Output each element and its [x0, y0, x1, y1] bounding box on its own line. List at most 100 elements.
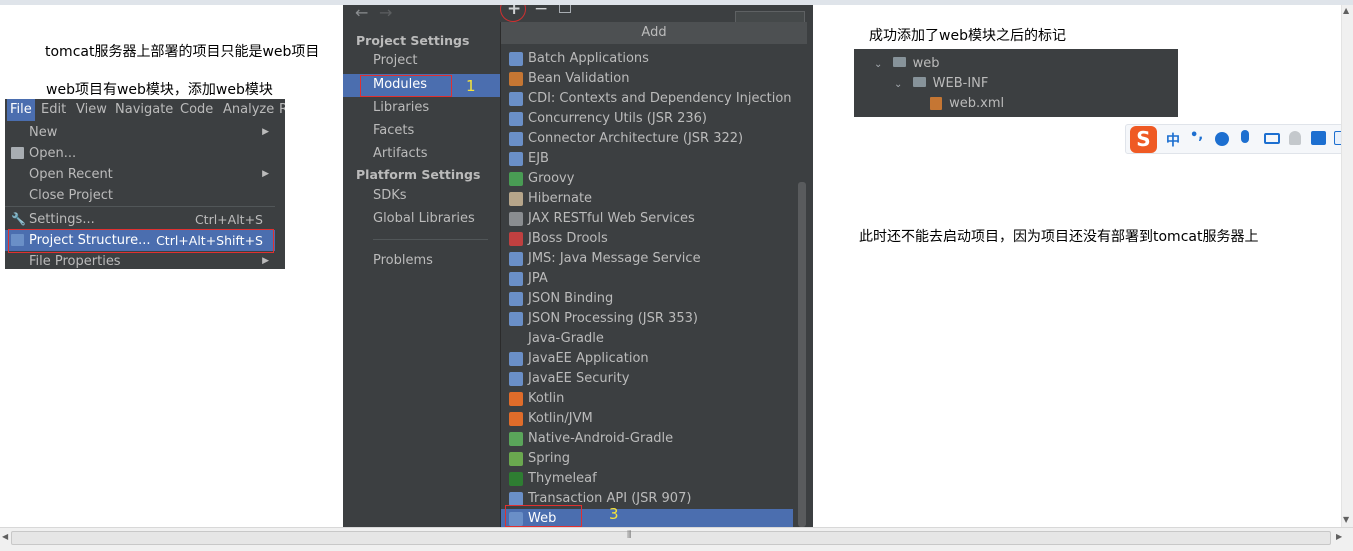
- tree-row-web-inf[interactable]: ⌄ WEB-INF: [894, 74, 988, 94]
- ime-punct-toggle[interactable]: •,: [1190, 128, 1203, 143]
- highlight-box: [360, 75, 452, 97]
- skin-shirt-icon[interactable]: [1311, 131, 1326, 145]
- keyboard-icon[interactable]: [1264, 133, 1280, 144]
- add-item-label: JBoss Drools: [528, 231, 608, 246]
- menu-item-settings[interactable]: 🔧 Settings... Ctrl+Alt+S: [5, 209, 275, 230]
- add-item-connector-architecture-jsr-322[interactable]: Connector Architecture (JSR 322): [501, 129, 793, 149]
- tree-label-web-xml: web.xml: [949, 96, 1005, 111]
- web-folder-icon: [892, 57, 906, 67]
- add-item-batch-applications[interactable]: Batch Applications: [501, 49, 793, 69]
- framework-icon: [509, 192, 523, 206]
- add-item-bean-validation[interactable]: Bean Validation: [501, 69, 793, 89]
- back-arrow-icon[interactable]: ←: [355, 5, 368, 22]
- menu-navigate[interactable]: Navigate: [115, 102, 173, 117]
- nav-item-facets[interactable]: Facets: [373, 123, 414, 138]
- menu-item-open-recent[interactable]: Open Recent ▶: [5, 164, 275, 185]
- add-item-label: JavaEE Application: [528, 351, 649, 366]
- add-item-cdi-contexts-and-dependency-injection[interactable]: CDI: Contexts and Dependency Injection: [501, 89, 793, 109]
- add-item-label: Kotlin: [528, 391, 565, 406]
- copy-icon[interactable]: [559, 5, 571, 13]
- project-settings-header: Project Settings: [356, 33, 470, 48]
- menu-file[interactable]: File: [7, 99, 35, 121]
- framework-icon: [509, 452, 523, 466]
- framework-icon: [509, 252, 523, 266]
- add-item-groovy[interactable]: Groovy: [501, 169, 793, 189]
- scroll-right-arrow-icon[interactable]: ▶: [1336, 532, 1342, 541]
- microphone-icon[interactable]: [1241, 130, 1249, 143]
- add-item-jpa[interactable]: JPA: [501, 269, 793, 289]
- add-item-ejb[interactable]: EJB: [501, 149, 793, 169]
- framework-icon: [509, 132, 523, 146]
- scroll-down-arrow-icon[interactable]: ▼: [1343, 515, 1349, 524]
- highlight-box: [505, 505, 582, 527]
- vertical-scrollbar[interactable]: [1341, 5, 1353, 527]
- nav-item-libraries[interactable]: Libraries: [373, 100, 429, 115]
- menu-code[interactable]: Code: [180, 102, 213, 117]
- nav-item-artifacts[interactable]: Artifacts: [373, 146, 428, 161]
- add-item-concurrency-utils-jsr-236[interactable]: Concurrency Utils (JSR 236): [501, 109, 793, 129]
- forward-arrow-icon[interactable]: →: [379, 5, 392, 22]
- menu-run-partial[interactable]: R: [279, 102, 285, 117]
- menu-item-file-properties-label: File Properties: [29, 254, 121, 269]
- menu-edit[interactable]: Edit: [41, 102, 66, 117]
- scroll-up-arrow-icon[interactable]: ▲: [1343, 6, 1349, 15]
- add-item-javaee-application[interactable]: JavaEE Application: [501, 349, 793, 369]
- menu-item-open[interactable]: Open...: [5, 143, 275, 164]
- scroll-left-arrow-icon[interactable]: ◀: [2, 532, 8, 541]
- xml-file-icon: [930, 97, 942, 110]
- sogou-logo-icon[interactable]: S: [1130, 126, 1157, 153]
- add-item-json-binding[interactable]: JSON Binding: [501, 289, 793, 309]
- menu-item-file-properties[interactable]: File Properties ▶: [5, 251, 275, 269]
- framework-icon: [509, 352, 523, 366]
- add-item-kotlin-jvm[interactable]: Kotlin/JVM: [501, 409, 793, 429]
- menu-separator: [5, 206, 275, 207]
- ime-toolbar: S 中 •,: [1125, 124, 1353, 154]
- submenu-arrow-icon: ▶: [262, 127, 269, 137]
- menu-view[interactable]: View: [76, 102, 107, 117]
- add-item-label: JSON Binding: [528, 291, 614, 306]
- add-item-javaee-security[interactable]: JavaEE Security: [501, 369, 793, 389]
- add-item-jms-java-message-service[interactable]: JMS: Java Message Service: [501, 249, 793, 269]
- add-item-jboss-drools[interactable]: JBoss Drools: [501, 229, 793, 249]
- add-item-hibernate[interactable]: Hibernate: [501, 189, 793, 209]
- add-item-json-processing-jsr-353[interactable]: JSON Processing (JSR 353): [501, 309, 793, 329]
- ime-mode-toggle[interactable]: 中: [1166, 130, 1180, 150]
- nav-item-sdks[interactable]: SDKs: [373, 188, 407, 203]
- menu-bar: File Edit View Navigate Code Analyze R: [5, 99, 285, 121]
- nav-item-problems[interactable]: Problems: [373, 253, 433, 268]
- nav-item-global-libraries[interactable]: Global Libraries: [373, 211, 475, 226]
- add-item-native-android-gradle[interactable]: Native-Android-Gradle: [501, 429, 793, 449]
- add-item-spring[interactable]: Spring: [501, 449, 793, 469]
- project-structure-dialog: ← → Project Settings Project Modules 1 L…: [343, 5, 813, 527]
- add-item-label: Kotlin/JVM: [528, 411, 593, 426]
- tree-label-web-inf: WEB-INF: [932, 76, 989, 91]
- add-item-kotlin[interactable]: Kotlin: [501, 389, 793, 409]
- add-item-java-gradle[interactable]: Java-Gradle: [501, 329, 793, 349]
- remove-icon[interactable]: −: [534, 5, 548, 19]
- user-icon[interactable]: [1289, 131, 1301, 145]
- tree-row-web[interactable]: ⌄ web: [874, 54, 940, 74]
- framework-icon: [509, 472, 523, 486]
- highlight-box: [8, 229, 274, 253]
- emoji-icon[interactable]: [1215, 132, 1229, 146]
- add-icon[interactable]: +: [507, 5, 521, 19]
- note-web-module-added: 成功添加了web模块之后的标记: [869, 28, 1066, 44]
- platform-settings-header: Platform Settings: [356, 167, 481, 182]
- menu-item-open-recent-label: Open Recent: [29, 167, 113, 182]
- add-item-jax-restful-web-services[interactable]: JAX RESTful Web Services: [501, 209, 793, 229]
- menu-item-new[interactable]: New ▶: [5, 122, 275, 143]
- add-item-label: Connector Architecture (JSR 322): [528, 131, 744, 146]
- popup-scrollbar-thumb[interactable]: [798, 182, 806, 527]
- scrollbar-grip-icon: ⦀: [627, 530, 632, 541]
- horizontal-scrollbar-thumb[interactable]: [11, 531, 1331, 545]
- nav-item-project[interactable]: Project: [373, 53, 417, 68]
- wrench-icon: 🔧: [11, 212, 26, 226]
- framework-icon: [509, 292, 523, 306]
- note-tomcat-web-only: tomcat服务器上部署的项目只能是web项目: [45, 44, 320, 60]
- add-item-thymeleaf[interactable]: Thymeleaf: [501, 469, 793, 489]
- menu-item-close-project[interactable]: Close Project: [5, 185, 275, 206]
- tree-row-web-xml[interactable]: web.xml: [930, 94, 1004, 114]
- menu-analyze[interactable]: Analyze: [223, 102, 274, 117]
- add-item-label: JavaEE Security: [528, 371, 630, 386]
- note-not-deployed: 此时还不能去启动项目，因为项目还没有部署到tomcat服务器上: [859, 229, 1259, 245]
